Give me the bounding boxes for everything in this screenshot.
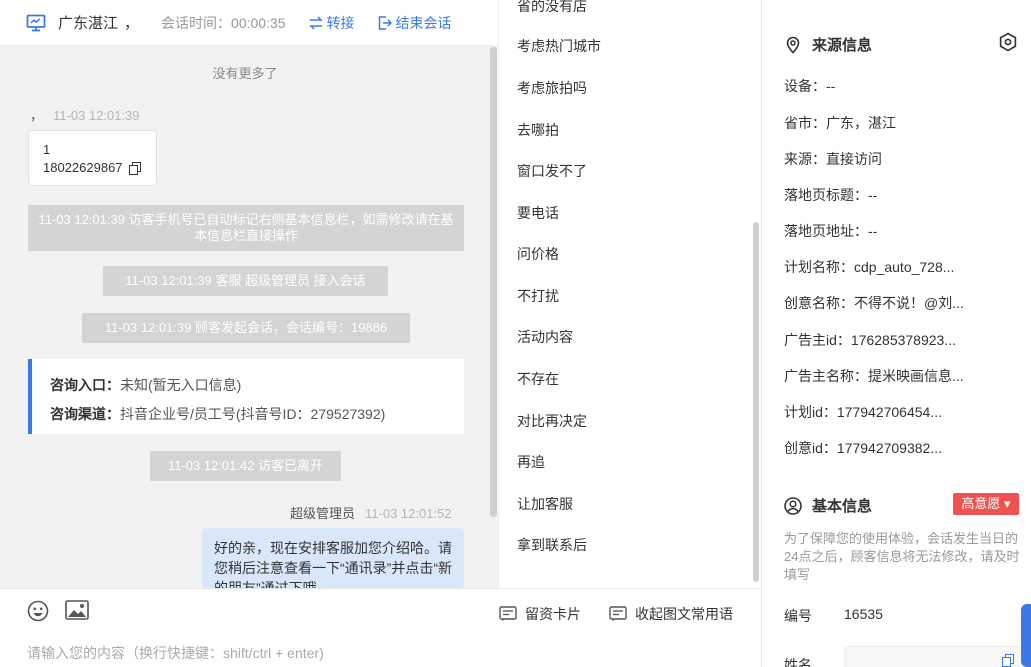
end-session-button[interactable]: 结束会话 (377, 13, 452, 33)
consult-entry-label: 咨询入口： (50, 377, 120, 393)
source-info-title-text: 来源信息 (812, 37, 873, 54)
quick-reply-item[interactable]: 让加客服 (517, 494, 573, 514)
quick-reply-item[interactable]: 去哪拍 (517, 120, 559, 140)
quick-reply-item[interactable]: 窗口发不了 (517, 161, 587, 181)
consult-channel-label: 咨询渠道： (50, 406, 120, 422)
quick-reply-item[interactable]: 问价格 (517, 244, 559, 264)
chat-scrollbar[interactable] (490, 47, 497, 517)
exit-icon (378, 15, 392, 30)
user-circle-icon (784, 496, 802, 515)
monitor-icon (26, 13, 46, 33)
message-input[interactable]: 请输入您的内容（换行快捷键：shift/ctrl + enter) (27, 643, 324, 663)
name-input[interactable] (844, 646, 1024, 667)
copy-icon[interactable] (129, 162, 141, 175)
source-info-row: 创意名称：不得不说！@刘... (784, 295, 964, 311)
quick-reply-item[interactable]: 考虑旅拍吗 (517, 78, 587, 98)
system-message-session-started: 11-03 12:01:39 顾客发起会话，会话编号：19886 (82, 313, 410, 343)
visitor-info-panel: 来源信息 设备：-- 省市：广东，湛江 来源：直接访问 落地页标题：-- 落地页… (762, 0, 1031, 667)
source-info-row: 省市：广东，湛江 (784, 115, 896, 131)
consult-channel-row: 咨询渠道：抖音企业号/员工号(抖音号ID：279527392) (50, 400, 464, 429)
quick-reply-item[interactable]: 对比再决定 (517, 411, 587, 431)
source-info-row: 广告主名称：提米映画信息... (784, 368, 964, 384)
id-value: 16535 (844, 606, 883, 622)
quick-reply-item[interactable]: 要电话 (517, 203, 559, 223)
transfer-icon (308, 15, 323, 30)
source-info-row: 落地页地址：-- (784, 223, 878, 239)
intent-level-dropdown[interactable]: 高意愿 ▾ (953, 493, 1019, 515)
message-icon (609, 606, 627, 622)
source-info-title: 来源信息 (784, 34, 872, 55)
agent-message-meta: 超级管理员 11-03 12:01:52 (290, 503, 452, 522)
card-icon (499, 606, 517, 622)
system-message-visitor-left: 11-03 12:01:42 访客已离开 (150, 451, 341, 481)
quick-reply-item[interactable]: 再追 (517, 452, 545, 472)
quick-reply-item[interactable]: 活动内容 (517, 327, 573, 347)
source-info-row: 计划id：177942706454... (784, 404, 942, 420)
side-drawer-tab[interactable] (1021, 604, 1031, 667)
quick-reply-item[interactable]: 省的没有店 (517, 0, 587, 16)
settings-icon[interactable] (998, 32, 1018, 52)
chat-panel: 广东湛江 ， 会话时间：00:00:35 转接 结束会话 没有更多了 ， 11-0… (0, 0, 498, 667)
quick-reply-panel: 省的没有店 考虑热门城市 考虑旅拍吗 去哪拍 窗口发不了 要电话 问价格 不打扰… (498, 0, 761, 588)
transfer-label: 转接 (326, 14, 355, 31)
visitor-phone-card: 1 18022629867 (28, 130, 157, 186)
visitor-message-line: 1 (43, 142, 51, 157)
edit-notice: 为了保障您的使用体验，会话发生当日的24点之后，顾客信息将无法修改，请及时填写 (784, 531, 1020, 582)
agent-message-time: 11-03 12:01:52 (365, 506, 452, 521)
emoji-icon[interactable] (27, 600, 49, 622)
source-info-row: 计划名称：cdp_auto_728... (784, 259, 955, 275)
collapse-phrases-button[interactable]: 收起图文常用语 (609, 604, 733, 624)
image-icon[interactable] (65, 600, 89, 620)
lead-card-label: 留资卡片 (525, 606, 581, 622)
transfer-button[interactable]: 转接 (308, 13, 355, 33)
consult-entry-card: 咨询入口：未知(暂无入口信息) 咨询渠道：抖音企业号/员工号(抖音号ID：279… (28, 359, 464, 434)
id-label: 编号 (784, 608, 812, 624)
visitor-message-time: 11-03 12:01:39 (53, 108, 140, 123)
source-info-row: 广告主id：176285378923... (784, 332, 956, 348)
quick-reply-item[interactable]: 不打扰 (517, 286, 559, 306)
quick-reply-item[interactable]: 不存在 (517, 369, 559, 389)
name-label: 姓名 (784, 657, 812, 667)
header-separator: ， (124, 15, 140, 32)
visitor-message-meta: ， 11-03 12:01:39 (30, 105, 140, 124)
visitor-phone-number: 18022629867 (43, 160, 123, 175)
agent-message-bubble: 好的亲，现在安排客服加您介绍哈。请您稍后注意查看一下“通讯录”并点击“新的朋友”… (202, 528, 464, 588)
collapse-phrases-label: 收起图文常用语 (635, 606, 733, 622)
end-session-label: 结束会话 (395, 14, 452, 31)
source-info-row: 创意id：177942709382... (784, 440, 942, 456)
visitor-name: ， (30, 108, 44, 123)
basic-info-title: 基本信息 (784, 495, 872, 516)
copy-icon[interactable] (1002, 654, 1014, 667)
quick-reply-scrollbar[interactable] (753, 222, 759, 582)
quick-reply-item[interactable]: 考虑热门城市 (517, 36, 601, 56)
source-info-row: 设备：-- (784, 78, 836, 94)
quick-reply-item[interactable]: 拿到联系后 (517, 535, 587, 555)
message-composer: 留资卡片 收起图文常用语 请输入您的内容（换行快捷键：shift/ctrl + … (0, 588, 760, 667)
lead-card-button[interactable]: 留资卡片 (499, 604, 581, 624)
consult-entry-value: 未知(暂无入口信息) (120, 377, 242, 393)
source-info-row: 落地页标题：-- (784, 187, 878, 203)
session-timer: 会话时间：00:00:35 (161, 14, 286, 31)
consult-channel-value: 抖音企业号/员工号(抖音号ID：279527392) (120, 406, 386, 422)
chat-header: 广东湛江 ， 会话时间：00:00:35 转接 结束会话 (0, 0, 498, 46)
consult-entry-row: 咨询入口：未知(暂无入口信息) (50, 371, 464, 400)
visitor-region: 广东湛江 (58, 15, 119, 32)
system-message-agent-joined: 11-03 12:01:39 客服 超级管理员 接入会话 (103, 266, 388, 296)
basic-info-title-text: 基本信息 (812, 498, 873, 515)
system-message-phone-marked: 11-03 12:01:39 访客手机号已自动标记右侧基本信息栏，如需修改请在基… (28, 205, 464, 251)
location-pin-icon (786, 36, 800, 54)
no-more-history: 没有更多了 (212, 66, 278, 81)
source-info-row: 来源：直接访问 (784, 151, 882, 167)
agent-name: 超级管理员 (290, 506, 356, 521)
